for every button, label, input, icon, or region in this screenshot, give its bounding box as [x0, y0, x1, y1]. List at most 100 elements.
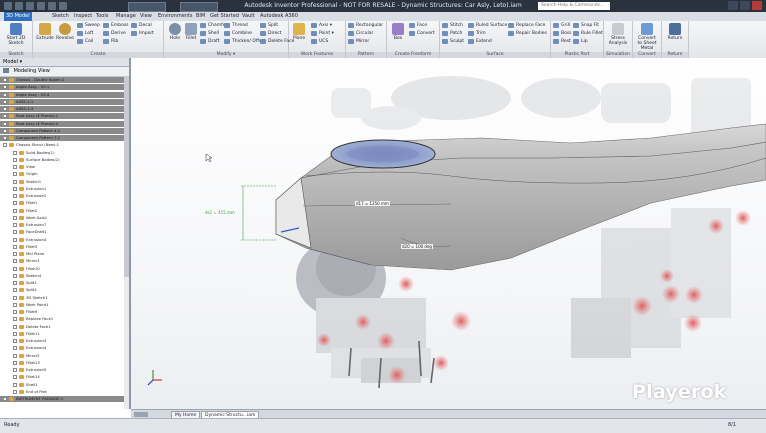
- browser-node[interactable]: Sketch1: [0, 179, 129, 185]
- dimension-d20[interactable]: d20 = 100 deg: [401, 244, 433, 249]
- help-search-input[interactable]: Search Help & Commands...: [538, 2, 610, 10]
- rib-button[interactable]: Rib: [103, 38, 118, 45]
- fillet-button[interactable]: Fillet: [181, 23, 201, 41]
- expand-icon[interactable]: [13, 259, 17, 264]
- patch-button[interactable]: Patch: [442, 30, 462, 37]
- expand-icon[interactable]: [13, 252, 17, 256]
- stress-analysis-button[interactable]: Stress Analysis: [608, 23, 628, 46]
- expand-icon[interactable]: [13, 266, 17, 271]
- expand-icon[interactable]: [13, 346, 17, 351]
- browser-node[interactable]: Shell1: [0, 382, 129, 388]
- expand-icon[interactable]: [3, 128, 7, 133]
- expand-icon[interactable]: [3, 397, 7, 401]
- tab-3d-model[interactable]: 3D Model: [4, 12, 32, 21]
- browser-node[interactable]: Fillet10: [0, 266, 129, 272]
- browser-node[interactable]: Extrusion3: [0, 338, 129, 344]
- expand-icon[interactable]: [13, 375, 17, 380]
- expand-icon[interactable]: [13, 244, 17, 249]
- browser-scroll-thumb[interactable]: [124, 77, 129, 277]
- expand-icon[interactable]: [13, 208, 17, 213]
- browser-scrollbar[interactable]: [124, 77, 129, 409]
- browser-node[interactable]: Chassis Strcut (New):1: [0, 142, 129, 148]
- browser-node[interactable]: FaceDraft1: [0, 229, 129, 235]
- browser-node[interactable]: Fillet14: [0, 374, 129, 380]
- expand-icon[interactable]: [13, 273, 17, 278]
- tab-autodesk-a360[interactable]: Autodesk A360: [258, 12, 300, 21]
- derive-button[interactable]: Derive: [103, 30, 126, 37]
- tab-bim[interactable]: BIM: [194, 12, 207, 21]
- expand-icon[interactable]: [13, 230, 17, 235]
- repair-bodies-button[interactable]: Repair Bodies: [508, 30, 547, 37]
- expand-icon[interactable]: [13, 194, 17, 198]
- plane-button[interactable]: Plane: [289, 23, 309, 41]
- ucs-button[interactable]: UCS: [311, 38, 328, 45]
- browser-node[interactable]: Fillet1: [0, 200, 129, 206]
- browser-node[interactable]: Angle Assy - V2:1: [0, 84, 129, 91]
- expand-icon[interactable]: [3, 99, 7, 104]
- expand-icon[interactable]: [3, 136, 7, 140]
- browser-node[interactable]: Fillet9: [0, 309, 129, 315]
- direct-button[interactable]: Direct: [260, 30, 281, 37]
- coil-button[interactable]: Coil: [77, 38, 93, 45]
- browser-node[interactable]: Mirror1: [0, 258, 129, 264]
- coordinate-triad[interactable]: [147, 370, 162, 386]
- import-button[interactable]: Import: [131, 30, 154, 37]
- stitch-button[interactable]: Stitch: [442, 22, 463, 29]
- combine-button[interactable]: Combine: [224, 30, 252, 37]
- expand-icon[interactable]: [13, 382, 17, 387]
- browser-node[interactable]: End of Part: [0, 389, 129, 395]
- ruled-surface-button[interactable]: Ruled Surface: [468, 22, 507, 29]
- replace-face-button[interactable]: Replace Face: [508, 22, 545, 29]
- dimension-ds1[interactable]: ds1 = 415 mm: [204, 210, 236, 215]
- browser-node[interactable]: Replace Face1: [0, 316, 129, 322]
- expand-icon[interactable]: [13, 389, 17, 394]
- browser-view-selector[interactable]: Modeling View: [0, 67, 129, 77]
- browser-node[interactable]: View: [0, 164, 129, 170]
- maximize-icon[interactable]: [740, 1, 750, 10]
- tab-environments[interactable]: Environments: [156, 12, 195, 21]
- browser-node[interactable]: ASSS-1:1: [0, 98, 129, 105]
- emboss-button[interactable]: Emboss: [103, 22, 129, 29]
- expand-icon[interactable]: [13, 302, 17, 307]
- sculpt-button[interactable]: Sculpt: [442, 38, 464, 45]
- expand-icon[interactable]: [13, 150, 17, 155]
- browser-node[interactable]: Extrusion4: [0, 345, 129, 351]
- expand-icon[interactable]: [13, 223, 17, 227]
- expand-icon[interactable]: [13, 165, 17, 169]
- expand-icon[interactable]: [13, 186, 17, 191]
- browser-node[interactable]: Mid Plane: [0, 251, 129, 257]
- grill-button[interactable]: Grill: [553, 22, 570, 29]
- point-button[interactable]: Point ▾: [311, 30, 334, 37]
- expand-icon[interactable]: [13, 324, 17, 329]
- expand-icon[interactable]: [13, 360, 17, 365]
- dimension-d17[interactable]: d17 = 1250 mm: [355, 201, 390, 206]
- draft-button[interactable]: Draft: [200, 38, 219, 45]
- expand-icon[interactable]: [13, 157, 17, 162]
- expand-icon[interactable]: [3, 143, 7, 148]
- split-button[interactable]: Split: [260, 22, 278, 29]
- browser-node[interactable]: Sketch4: [0, 273, 129, 279]
- filter-icon[interactable]: [3, 68, 9, 73]
- extrude-button[interactable]: Extrude: [35, 23, 55, 41]
- shell-button[interactable]: Shell: [200, 30, 219, 37]
- axis-button[interactable]: Axis ▾: [311, 22, 332, 29]
- expand-icon[interactable]: [13, 288, 17, 293]
- browser-node[interactable]: Extrusion7: [0, 222, 129, 228]
- mirror-button[interactable]: Mirror: [348, 38, 369, 45]
- start-sketch-button[interactable]: Start 2D Sketch: [6, 23, 26, 46]
- browser-node[interactable]: 3D Sketch1: [0, 295, 129, 301]
- browser-node[interactable]: Extrusion1: [0, 186, 129, 192]
- browser-node[interactable]: Solid Bodies(1): [0, 150, 129, 156]
- expand-icon[interactable]: [13, 368, 17, 372]
- browser-node[interactable]: Component Pattern 7:1: [0, 135, 129, 141]
- browser-node[interactable]: Delete Face1: [0, 324, 129, 330]
- boss-button[interactable]: Boss: [553, 30, 572, 37]
- sweep-button[interactable]: Sweep: [77, 22, 100, 29]
- expand-icon[interactable]: [13, 215, 17, 220]
- browser-node[interactable]: Work Axis1: [0, 215, 129, 221]
- expand-icon[interactable]: [13, 295, 17, 300]
- expand-icon[interactable]: [13, 237, 17, 242]
- browser-node[interactable]: INSTRUMENT PACKAGE:1: [0, 396, 129, 402]
- expand-icon[interactable]: [13, 317, 17, 322]
- convert-to-sheet-metal-button[interactable]: Convert to Sheet Metal: [637, 23, 657, 51]
